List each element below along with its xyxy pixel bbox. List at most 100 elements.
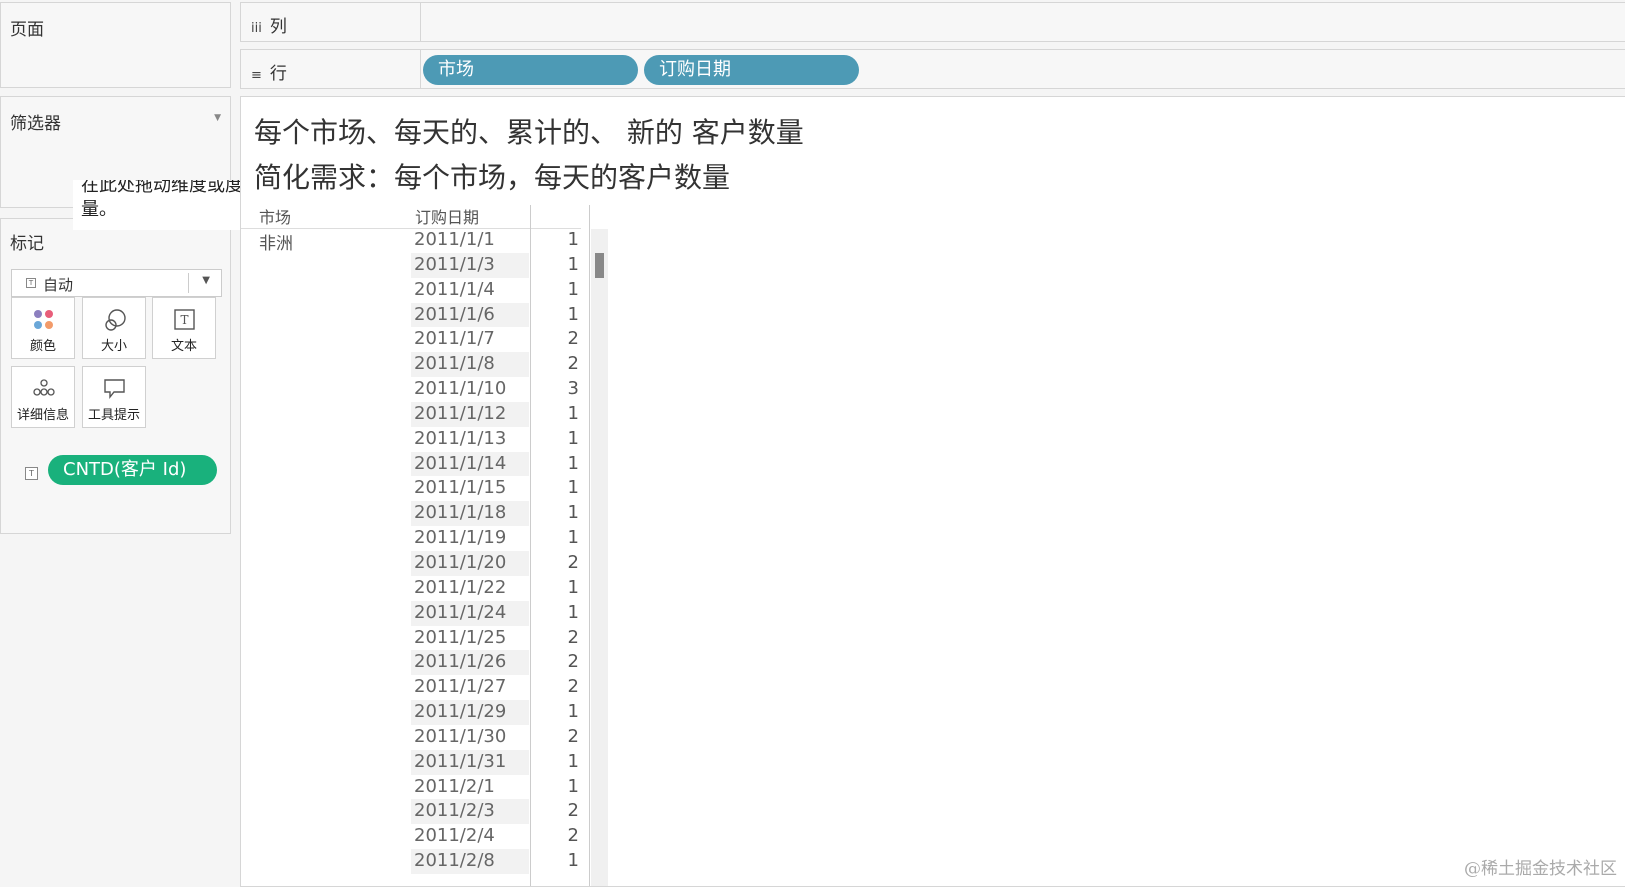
detail-icon — [33, 379, 55, 396]
detail-button[interactable]: 详细信息 — [11, 366, 75, 428]
text-button[interactable]: T 文本 — [152, 297, 216, 359]
svg-text:T: T — [180, 313, 188, 327]
mark-type-dropdown[interactable]: T 自动 ▼ — [11, 269, 222, 297]
date-cell: 2011/1/6 — [414, 303, 495, 325]
table-row: 2011/1/4 1 — [411, 278, 591, 303]
detail-label: 详细信息 — [16, 408, 69, 423]
value-cell: 1 — [567, 452, 579, 474]
marks-title: 标记 — [10, 234, 44, 254]
row-pill-order-date[interactable]: 订购日期 — [644, 55, 859, 85]
date-cell: 2011/1/13 — [414, 427, 507, 449]
value-cell: 1 — [567, 850, 579, 872]
table-row: 2011/1/22 1 — [411, 576, 591, 601]
color-button[interactable]: 颜色 — [11, 297, 75, 359]
date-cell: 2011/2/4 — [414, 825, 495, 847]
row-pill-market[interactable]: 市场 — [423, 55, 638, 85]
date-cell: 2011/1/4 — [414, 278, 495, 300]
value-cell: 1 — [567, 253, 579, 275]
date-cell: 2011/2/8 — [414, 850, 495, 872]
data-table-body: 2011/1/1 1 2011/1/3 1 2011/1/4 1 2011/1/6 1 2011… — [411, 228, 591, 874]
value-cell: 1 — [567, 527, 579, 549]
table-row: 2011/1/29 1 — [411, 700, 591, 725]
value-cell: 1 — [567, 701, 579, 723]
columns-label: 列 — [269, 17, 287, 37]
size-label: 大小 — [100, 339, 127, 354]
table-row: 2011/1/12 1 — [411, 401, 591, 427]
table-row: 2011/1/24 1 — [411, 600, 591, 626]
filters-menu-icon[interactable]: ▼ — [214, 113, 221, 123]
date-cell: 2011/1/10 — [414, 378, 507, 400]
text-label: 文本 — [170, 339, 197, 354]
table-row: 2011/1/3 1 — [411, 252, 591, 278]
rows-shelf[interactable]: ≡ 行 市场 订购日期 — [240, 49, 1625, 89]
table-row: 2011/1/10 3 — [411, 377, 591, 402]
mark-type-label: 自动 — [43, 276, 74, 294]
table-row: 2011/1/30 2 — [411, 725, 591, 750]
date-cell: 2011/1/20 — [414, 551, 507, 573]
value-cell: 1 — [567, 427, 579, 449]
marks-card: 标记 T 自动 ▼ 颜色 大小 T 文本 详细信息 工具提示 T CNTD(客户… — [0, 218, 231, 534]
value-cell: 1 — [567, 576, 579, 598]
vertical-scrollbar[interactable] — [591, 229, 608, 886]
scrollbar-thumb[interactable] — [595, 253, 604, 278]
value-cell: 2 — [567, 551, 579, 573]
value-cell: 2 — [567, 328, 579, 350]
date-cell: 2011/1/29 — [414, 701, 507, 723]
date-cell: 2011/1/22 — [414, 576, 507, 598]
table-row: 2011/1/26 2 — [411, 650, 591, 676]
measure-pill-cntd-customer[interactable]: CNTD(客户 Id) — [48, 455, 217, 485]
table-row: 2011/2/3 2 — [411, 799, 591, 825]
date-cell: 2011/1/30 — [414, 725, 507, 747]
table-row: 2011/1/14 1 — [411, 451, 591, 477]
table-row: 2011/1/18 1 — [411, 501, 591, 527]
date-cell: 2011/1/12 — [414, 402, 507, 424]
value-cell: 1 — [567, 278, 579, 300]
value-cell: 2 — [567, 353, 579, 375]
table-row: 2011/1/31 1 — [411, 749, 591, 775]
value-cell: 1 — [567, 601, 579, 623]
size-button[interactable]: 大小 — [82, 297, 146, 359]
value-cell: 2 — [567, 825, 579, 847]
table-row: 2011/1/7 2 — [411, 327, 591, 352]
date-cell: 2011/1/3 — [414, 253, 495, 275]
date-cell: 2011/1/27 — [414, 676, 507, 698]
date-cell: 2011/1/7 — [414, 328, 495, 350]
table-row: 2011/2/8 1 — [411, 849, 591, 874]
filters-title: 筛选器 — [10, 114, 61, 134]
market-cell: 非洲 — [259, 234, 293, 254]
chevron-down-icon: ▼ — [202, 275, 210, 286]
date-cell: 2011/1/25 — [414, 626, 507, 648]
value-cell: 1 — [567, 303, 579, 325]
table-row: 2011/1/13 1 — [411, 427, 591, 452]
date-cell: 2011/1/24 — [414, 601, 507, 623]
value-cell: 1 — [567, 502, 579, 524]
value-cell: 1 — [567, 750, 579, 772]
value-cell: 2 — [567, 626, 579, 648]
sheet-title-line-1: 每个市场、每天的、累计的、 新的 客户数量 — [254, 116, 804, 149]
value-cell: 3 — [567, 378, 579, 400]
date-cell: 2011/1/8 — [414, 353, 495, 375]
date-cell: 2011/2/1 — [414, 775, 495, 797]
watermark: @稀土掘金技术社区 — [1464, 859, 1617, 879]
value-cell: 1 — [567, 775, 579, 797]
size-icon — [105, 309, 126, 331]
table-row: 2011/1/20 2 — [411, 550, 591, 576]
rows-icon: ≡ — [251, 68, 262, 83]
value-cell: 1 — [567, 229, 579, 250]
pages-card[interactable]: 页面 — [0, 2, 231, 88]
rows-label: 行 — [269, 64, 287, 84]
table-row: 2011/2/1 1 — [411, 775, 591, 800]
date-cell: 2011/1/19 — [414, 527, 507, 549]
header-market: 市场 — [259, 208, 292, 227]
worksheet-view: 每个市场、每天的、累计的、 新的 客户数量 简化需求：每个市场，每天的客户数量 … — [240, 96, 1625, 887]
table-row: 2011/1/1 1 — [411, 228, 591, 253]
color-label: 颜色 — [29, 339, 56, 354]
columns-shelf[interactable]: iii 列 — [240, 2, 1625, 42]
text-encoding-icon[interactable]: T — [25, 467, 38, 480]
date-cell: 2011/1/1 — [414, 229, 495, 250]
rows-shelf-label: ≡ 行 — [241, 50, 421, 88]
text-icon: T — [174, 309, 195, 330]
table-row: 2011/2/4 2 — [411, 824, 591, 849]
table-row: 2011/1/6 1 — [411, 302, 591, 328]
tooltip-button[interactable]: 工具提示 — [82, 366, 146, 428]
